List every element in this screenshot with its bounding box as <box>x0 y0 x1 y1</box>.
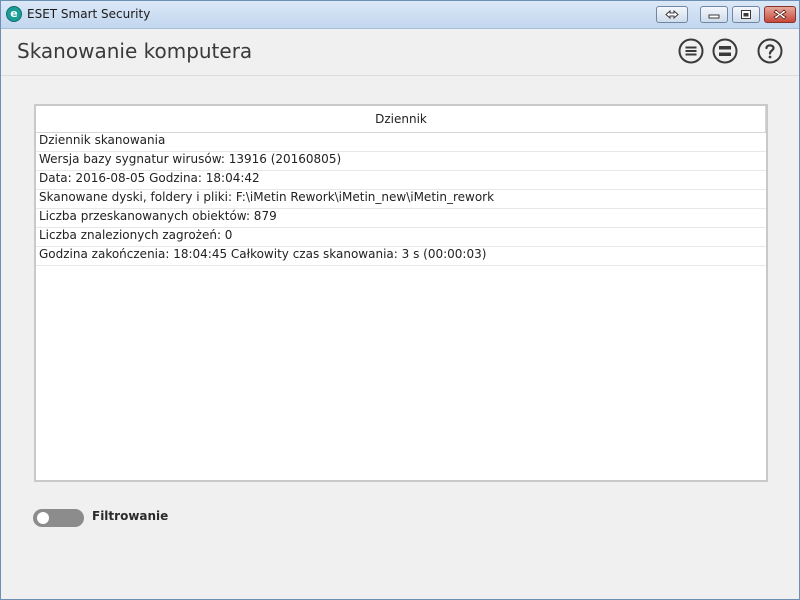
table-row[interactable]: Wersja bazy sygnatur wirusów: 13916 (201… <box>36 152 766 171</box>
resize-arrows-button[interactable] <box>656 6 688 23</box>
scan-log-table[interactable]: Dziennik Dziennik skanowania Wersja bazy… <box>34 104 768 482</box>
close-button[interactable] <box>764 6 796 23</box>
column-header-label: Dziennik <box>375 112 427 126</box>
help-icon[interactable] <box>757 38 783 64</box>
table-row[interactable]: Godzina zakończenia: 18:04:45 Całkowity … <box>36 247 766 266</box>
details-menu-icon[interactable] <box>712 38 738 64</box>
page-header: Skanowanie komputera <box>1 29 799 76</box>
toggle-knob <box>37 512 49 524</box>
column-header-dziennik[interactable]: Dziennik <box>36 106 766 133</box>
minimize-button[interactable] <box>700 6 728 23</box>
title-bar[interactable]: e ESET Smart Security <box>1 1 799 29</box>
maximize-button[interactable] <box>732 6 760 23</box>
maximize-icon <box>741 10 751 19</box>
table-row[interactable]: Skanowane dyski, foldery i pliki: F:\iMe… <box>36 190 766 209</box>
filter-toggle[interactable] <box>33 509 84 527</box>
close-icon <box>773 9 787 20</box>
table-row[interactable]: Liczba znalezionych zagrożeń: 0 <box>36 228 766 247</box>
table-row[interactable]: Dziennik skanowania <box>36 133 766 152</box>
app-window: e ESET Smart Security Skanowanie kompute… <box>0 0 800 600</box>
resize-arrows-icon <box>665 9 679 20</box>
list-menu-icon[interactable] <box>678 38 704 64</box>
column-divider <box>765 106 766 132</box>
log-rows: Dziennik skanowania Wersja bazy sygnatur… <box>36 133 766 266</box>
page-title: Skanowanie komputera <box>17 39 253 63</box>
minimize-icon <box>708 14 720 19</box>
table-row[interactable]: Liczba przeskanowanych obiektów: 879 <box>36 209 766 228</box>
eset-logo-icon: e <box>6 6 22 22</box>
table-row[interactable]: Data: 2016-08-05 Godzina: 18:04:42 <box>36 171 766 190</box>
filter-label: Filtrowanie <box>92 509 169 523</box>
window-title: ESET Smart Security <box>27 7 151 21</box>
